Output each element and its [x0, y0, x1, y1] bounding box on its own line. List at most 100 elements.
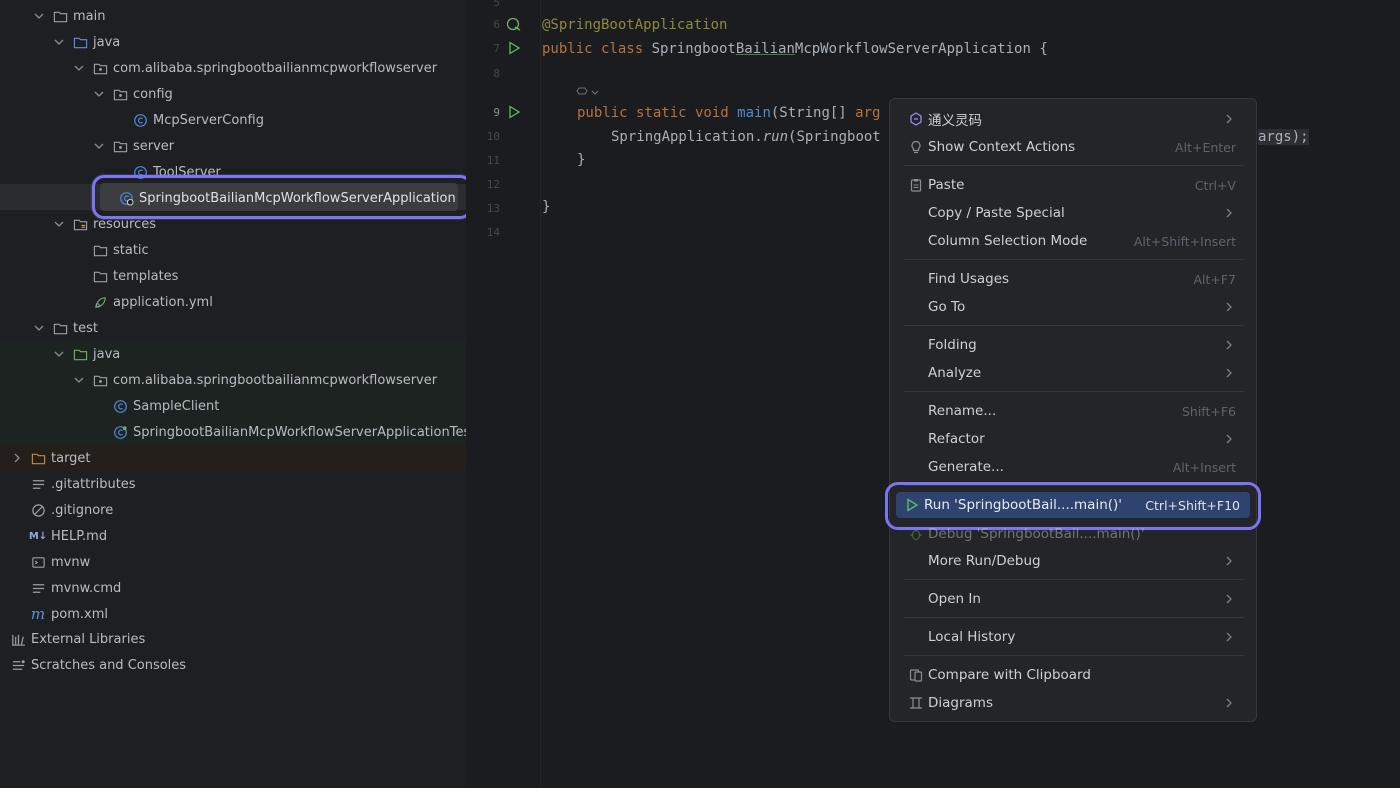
- line-number: 6: [493, 18, 500, 31]
- menu-item-paste[interactable]: Paste Ctrl+V: [900, 172, 1250, 198]
- tree-row-server[interactable]: server: [0, 133, 466, 159]
- tree-label: java: [93, 34, 121, 50]
- tree-label: McpServerConfig: [153, 112, 264, 128]
- test-class-icon: [112, 424, 128, 440]
- tree-row-mvnw-cmd[interactable]: mvnw.cmd: [0, 575, 466, 601]
- tree-label: HELP.md: [51, 528, 108, 544]
- text-file-icon: [30, 476, 46, 492]
- chevron-down-icon[interactable]: [52, 217, 66, 231]
- menu-item-more-run-debug[interactable]: More Run/Debug: [900, 548, 1250, 574]
- source-folder-icon: [72, 34, 88, 50]
- tree-row-config[interactable]: config: [0, 81, 466, 107]
- tree-label: config: [133, 86, 173, 102]
- tutorial-highlight-ring: [885, 482, 1261, 530]
- class-icon: [112, 398, 128, 414]
- tree-row-mcpserverconfig[interactable]: McpServerConfig: [0, 107, 466, 133]
- folder-icon: [92, 242, 108, 258]
- chevron-down-icon[interactable]: [32, 321, 46, 335]
- tree-row-application-test[interactable]: SpringbootBailianMcpWorkflowServerApplic…: [0, 419, 466, 445]
- chevron-right-icon: [1224, 302, 1234, 312]
- ignore-file-icon: [30, 502, 46, 518]
- tree-row-sampleclient[interactable]: SampleClient: [0, 393, 466, 419]
- menu-separator: [904, 617, 1244, 618]
- package-icon: [112, 138, 128, 154]
- tree-row-test[interactable]: test: [0, 315, 466, 341]
- tree-label: java: [93, 346, 121, 362]
- tree-row-main[interactable]: main: [0, 3, 466, 29]
- tree-row-application-yml[interactable]: application.yml: [0, 289, 466, 315]
- tree-label: mvnw.cmd: [51, 580, 122, 596]
- package-icon: [92, 60, 108, 76]
- menu-item-tongyi[interactable]: 通义灵码: [900, 106, 1250, 132]
- menu-item-copy-paste-special[interactable]: Copy / Paste Special: [900, 200, 1250, 226]
- line-number: 13: [486, 202, 500, 215]
- tree-row-external-libraries[interactable]: External Libraries: [0, 626, 466, 652]
- chevron-down-icon[interactable]: [92, 87, 106, 101]
- chevron-down-icon[interactable]: [52, 347, 66, 361]
- menu-item-analyze[interactable]: Analyze: [900, 360, 1250, 386]
- ai-assist-icon[interactable]: [576, 86, 600, 100]
- menu-item-diagrams[interactable]: Diagrams: [900, 690, 1250, 716]
- tree-row-pom-xml[interactable]: m pom.xml: [0, 601, 466, 627]
- tree-label: mvnw: [51, 554, 91, 570]
- chevron-right-icon: [1224, 698, 1234, 708]
- menu-item-column-selection-mode[interactable]: Column Selection Mode Alt+Shift+Insert: [900, 228, 1250, 254]
- libraries-icon: [10, 631, 26, 647]
- tree-row-resources[interactable]: resources: [0, 211, 466, 237]
- code-line-10-tail: args);: [1258, 129, 1309, 145]
- tree-row-test-package[interactable]: com.alibaba.springbootbailianmcpworkflow…: [0, 367, 466, 393]
- menu-item-folding[interactable]: Folding: [900, 332, 1250, 358]
- menu-item-refactor[interactable]: Refactor: [900, 426, 1250, 452]
- folder-icon: [92, 268, 108, 284]
- line-number: 14: [486, 226, 500, 239]
- tree-row-test-java[interactable]: java: [0, 341, 466, 367]
- tree-row-static[interactable]: static: [0, 237, 466, 263]
- run-gutter-icon[interactable]: [506, 104, 522, 120]
- tree-row-templates[interactable]: templates: [0, 263, 466, 289]
- tree-row-help-md[interactable]: M↓ HELP.md: [0, 523, 466, 549]
- compare-icon: [906, 667, 926, 683]
- chevron-down-icon[interactable]: [92, 139, 106, 153]
- debug-icon: [906, 526, 926, 542]
- tree-label: Scratches and Consoles: [31, 657, 187, 673]
- menu-item-show-context-actions[interactable]: Show Context Actions Alt+Enter: [900, 134, 1250, 160]
- tree-label: SpringbootBailianMcpWorkflowServerApplic…: [133, 424, 466, 440]
- menu-separator: [904, 259, 1244, 260]
- tree-row-package[interactable]: com.alibaba.springbootbailianmcpworkflow…: [0, 55, 466, 81]
- tree-label: application.yml: [113, 294, 213, 310]
- menu-item-open-in[interactable]: Open In: [900, 586, 1250, 612]
- scratches-icon: [10, 657, 26, 673]
- line-number: 10: [486, 130, 500, 143]
- project-tree-panel: main java com.alibaba.springbootbailianm…: [0, 0, 466, 788]
- menu-item-local-history[interactable]: Local History: [900, 624, 1250, 650]
- chevron-down-icon[interactable]: [72, 373, 86, 387]
- chevron-down-icon[interactable]: [32, 9, 46, 23]
- chevron-right-icon[interactable]: [10, 451, 24, 465]
- chevron-right-icon: [1224, 208, 1234, 218]
- line-number: 5: [493, 0, 500, 9]
- tree-row-gitignore[interactable]: .gitignore: [0, 497, 466, 523]
- menu-item-compare-clipboard[interactable]: Compare with Clipboard: [900, 662, 1250, 688]
- code-line-11: }: [577, 152, 586, 168]
- chevron-right-icon: [1224, 340, 1234, 350]
- spring-bean-icon[interactable]: [506, 16, 522, 32]
- tree-row-scratches[interactable]: Scratches and Consoles: [0, 652, 466, 678]
- tree-label: com.alibaba.springbootbailianmcpworkflow…: [113, 60, 438, 76]
- tree-row-java[interactable]: java: [0, 29, 466, 55]
- tree-label: target: [51, 450, 91, 466]
- menu-item-generate[interactable]: Generate... Alt+Insert: [900, 454, 1250, 480]
- tree-row-target[interactable]: target: [0, 445, 466, 471]
- menu-item-find-usages[interactable]: Find Usages Alt+F7: [900, 266, 1250, 292]
- menu-item-rename[interactable]: Rename... Shift+F6: [900, 398, 1250, 424]
- chevron-down-icon[interactable]: [72, 61, 86, 75]
- chevron-down-icon[interactable]: [52, 35, 66, 49]
- menu-item-debug[interactable]: Debug 'SpringbootBail....main()': [900, 524, 1250, 544]
- tree-row-mvnw[interactable]: mvnw: [0, 549, 466, 575]
- menu-separator: [904, 579, 1244, 580]
- tree-row-gitattributes[interactable]: .gitattributes: [0, 471, 466, 497]
- chevron-right-icon: [1224, 556, 1234, 566]
- tree-label: test: [73, 320, 98, 336]
- menu-separator: [904, 655, 1244, 656]
- run-gutter-icon[interactable]: [506, 40, 522, 56]
- menu-item-go-to[interactable]: Go To: [900, 294, 1250, 320]
